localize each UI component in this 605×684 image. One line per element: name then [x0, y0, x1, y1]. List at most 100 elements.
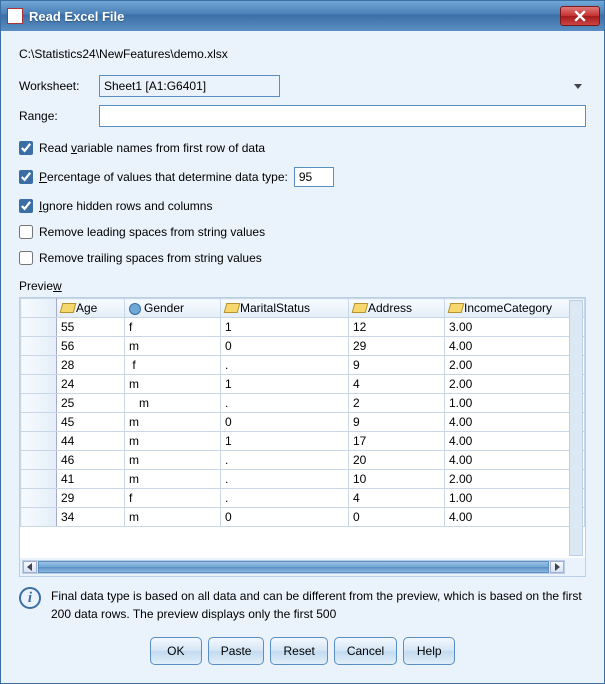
cell[interactable]: .: [221, 489, 349, 508]
cell[interactable]: 20: [349, 451, 445, 470]
ok-button[interactable]: OK: [150, 637, 202, 665]
table-row[interactable]: 29f.41.00: [21, 489, 585, 508]
cell[interactable]: 56: [57, 337, 125, 356]
cell[interactable]: .: [221, 394, 349, 413]
cell[interactable]: 4.00: [445, 337, 585, 356]
cell[interactable]: 1: [221, 318, 349, 337]
cell[interactable]: .: [221, 470, 349, 489]
cell[interactable]: 4.00: [445, 451, 585, 470]
table-row[interactable]: 56m0294.00: [21, 337, 585, 356]
cell[interactable]: 45: [57, 413, 125, 432]
cell[interactable]: 4.00: [445, 508, 585, 527]
cell[interactable]: m: [125, 375, 221, 394]
range-input[interactable]: [99, 105, 586, 127]
cell[interactable]: f: [125, 356, 221, 375]
cell[interactable]: 3.00: [445, 318, 585, 337]
column-header[interactable]: IncomeCategory: [445, 299, 585, 318]
row-header[interactable]: [21, 356, 57, 375]
cell[interactable]: 9: [349, 413, 445, 432]
cell[interactable]: 1: [221, 432, 349, 451]
cell[interactable]: 25: [57, 394, 125, 413]
column-header[interactable]: Gender: [125, 299, 221, 318]
cell[interactable]: 24: [57, 375, 125, 394]
row-header[interactable]: [21, 451, 57, 470]
cell[interactable]: 0: [221, 337, 349, 356]
table-row[interactable]: 24m142.00: [21, 375, 585, 394]
cell[interactable]: 41: [57, 470, 125, 489]
row-header[interactable]: [21, 337, 57, 356]
reset-button[interactable]: Reset: [270, 637, 327, 665]
paste-button[interactable]: Paste: [208, 637, 265, 665]
cell[interactable]: 34: [57, 508, 125, 527]
row-header[interactable]: [21, 394, 57, 413]
table-row[interactable]: 41m.102.00: [21, 470, 585, 489]
cell[interactable]: 55: [57, 318, 125, 337]
remove-leading-checkbox[interactable]: [19, 225, 33, 239]
read-varnames-checkbox[interactable]: [19, 141, 33, 155]
cell[interactable]: 4.00: [445, 413, 585, 432]
row-header[interactable]: [21, 375, 57, 394]
remove-trailing-checkbox[interactable]: [19, 251, 33, 265]
row-header[interactable]: [21, 318, 57, 337]
cell[interactable]: 4: [349, 375, 445, 394]
row-header[interactable]: [21, 470, 57, 489]
cell[interactable]: 0: [221, 508, 349, 527]
cell[interactable]: f: [125, 318, 221, 337]
table-row[interactable]: 55f1123.00: [21, 318, 585, 337]
help-button[interactable]: Help: [403, 637, 455, 665]
cell[interactable]: f: [125, 489, 221, 508]
table-row[interactable]: 34m004.00: [21, 508, 585, 527]
row-header[interactable]: [21, 432, 57, 451]
row-header[interactable]: [21, 413, 57, 432]
cell[interactable]: 28: [57, 356, 125, 375]
cell[interactable]: 10: [349, 470, 445, 489]
column-header[interactable]: Age: [57, 299, 125, 318]
row-header[interactable]: [21, 489, 57, 508]
table-row[interactable]: 45m094.00: [21, 413, 585, 432]
worksheet-select[interactable]: [99, 75, 280, 97]
cell[interactable]: 2.00: [445, 470, 585, 489]
cell[interactable]: m: [125, 470, 221, 489]
cell[interactable]: m: [125, 508, 221, 527]
column-header[interactable]: Address: [349, 299, 445, 318]
cell[interactable]: 12: [349, 318, 445, 337]
table-row[interactable]: 25 m.21.00: [21, 394, 585, 413]
cell[interactable]: 0: [349, 508, 445, 527]
cell[interactable]: 1.00: [445, 394, 585, 413]
pct-values-input[interactable]: [294, 167, 334, 187]
vertical-scrollbar[interactable]: [569, 300, 583, 556]
cell[interactable]: .: [221, 356, 349, 375]
cell[interactable]: 44: [57, 432, 125, 451]
cell[interactable]: 4: [349, 489, 445, 508]
table-row[interactable]: 28 f.92.00: [21, 356, 585, 375]
column-header[interactable]: MaritalStatus: [221, 299, 349, 318]
cell[interactable]: m: [125, 451, 221, 470]
table-row[interactable]: 44m1174.00: [21, 432, 585, 451]
cell[interactable]: 1.00: [445, 489, 585, 508]
cell[interactable]: m: [125, 432, 221, 451]
scroll-right-button[interactable]: [550, 561, 564, 573]
cell[interactable]: 2: [349, 394, 445, 413]
ignore-hidden-checkbox[interactable]: [19, 199, 33, 213]
horizontal-scrollbar[interactable]: [22, 560, 565, 574]
cell[interactable]: 0: [221, 413, 349, 432]
titlebar[interactable]: Read Excel File: [1, 1, 604, 31]
cell[interactable]: .: [221, 451, 349, 470]
cell[interactable]: m: [125, 394, 221, 413]
cell[interactable]: 2.00: [445, 375, 585, 394]
cell[interactable]: 29: [57, 489, 125, 508]
cell[interactable]: 17: [349, 432, 445, 451]
scroll-thumb[interactable]: [38, 561, 549, 573]
table-row[interactable]: 46m.204.00: [21, 451, 585, 470]
cancel-button[interactable]: Cancel: [334, 637, 397, 665]
row-header[interactable]: [21, 508, 57, 527]
pct-values-checkbox[interactable]: [19, 170, 33, 184]
cell[interactable]: 2.00: [445, 356, 585, 375]
preview-table-wrap[interactable]: AgeGenderMaritalStatusAddressIncomeCateg…: [20, 298, 585, 558]
cell[interactable]: 1: [221, 375, 349, 394]
close-button[interactable]: [560, 6, 600, 26]
cell[interactable]: 9: [349, 356, 445, 375]
cell[interactable]: m: [125, 337, 221, 356]
cell[interactable]: 4.00: [445, 432, 585, 451]
cell[interactable]: m: [125, 413, 221, 432]
